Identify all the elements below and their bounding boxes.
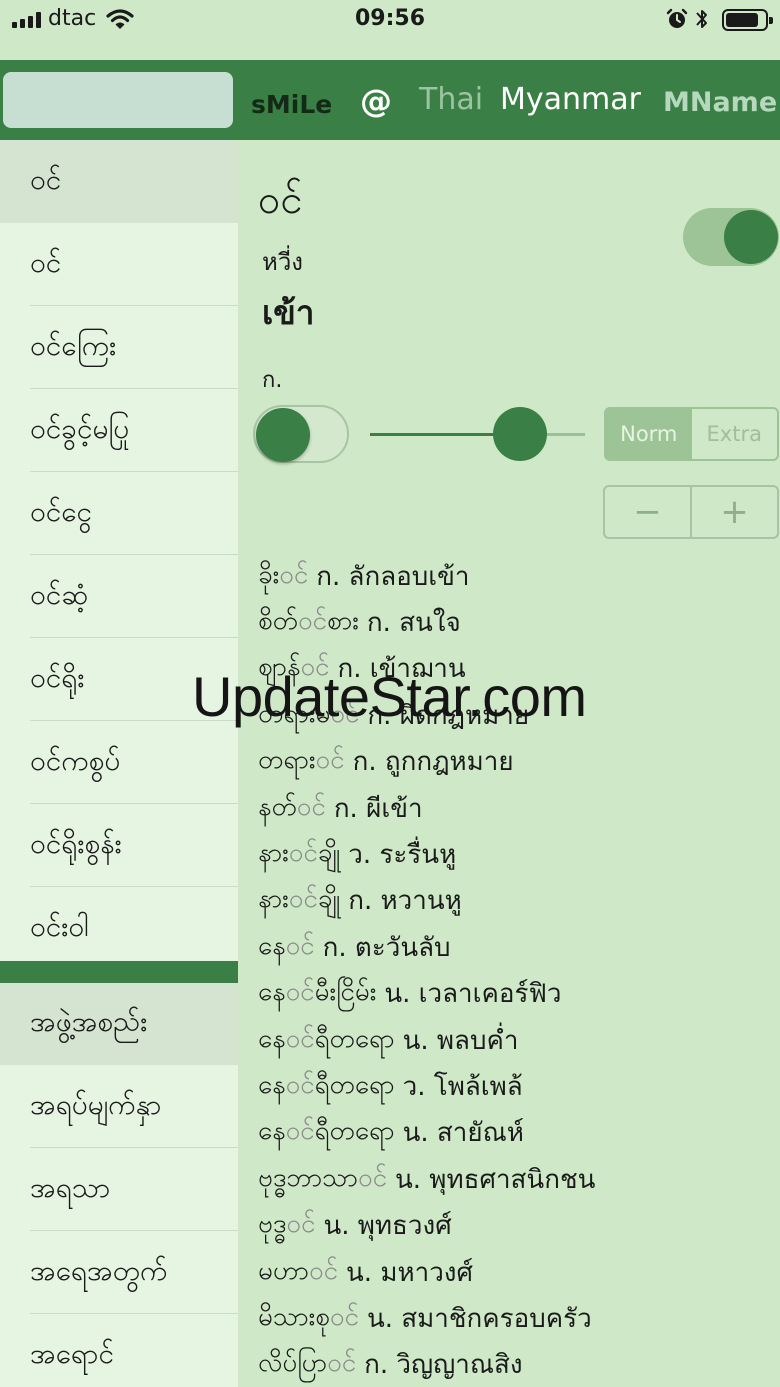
sidebar-word-list: ဝင် ဝင် ဝင်ကြေး ဝင်ခွင့်မပြု ဝင်ငွေ ဝင်ဆ… [0,140,238,1387]
list-item[interactable]: နတ် ဝင် ก. ผีเข้า [258,785,778,831]
increment-button[interactable]: + [690,487,777,537]
sidebar-item[interactable]: အရပ်မျက်နှာ [0,1065,238,1148]
sidebar-item[interactable]: ဝင်ခွင့်မပြု [0,389,238,472]
segment-extra[interactable]: Extra [692,409,778,459]
sidebar-item[interactable]: ဝင်ရိုးစွန်း [0,804,238,887]
sidebar-item[interactable]: ဝင် [0,140,238,223]
sidebar-item[interactable]: အဖွဲ့အစည်း [0,983,238,1065]
list-item[interactable]: လိပ်ပြာ ဝင် ก. วิญญาณสิง [258,1342,778,1387]
search-input[interactable] [3,72,233,128]
sidebar-item[interactable]: အရသာ [0,1148,238,1231]
sidebar-item[interactable]: အရောင် [0,1314,238,1387]
list-item[interactable]: နေ ဝင် ရီတရော น. พลบค่ำ [258,1017,778,1063]
nav-at[interactable]: @ [360,82,392,120]
status-bar: dtac 09:56 [0,0,780,42]
translation: เข้า [262,293,315,332]
headword: ဝင် [258,177,303,223]
sidebar-item[interactable]: ဝင်ကစွပ် [0,721,238,804]
nav-thai[interactable]: Thai [419,82,483,117]
sidebar-item[interactable]: ဝင်းဝါ [0,887,238,970]
list-item[interactable]: တရား ဝင် ก. ถูกกฎหมาย [258,739,778,785]
bluetooth-icon [696,10,707,28]
list-item[interactable]: မဟာ ဝင် น. มหาวงศ์ [258,1249,778,1295]
watermark-text: UpdateStar.com [192,665,587,728]
nav-myanmar[interactable]: Myanmar [500,82,641,117]
list-item[interactable]: ခိုး ဝင် ก. ลักลอบเข้า [258,553,778,599]
part-of-speech: ก. [262,368,283,393]
sidebar-item[interactable]: ဝင် [0,223,238,306]
size-stepper: − + [603,485,779,539]
list-item[interactable]: ဗုဒ္ဓဘာသာ ဝင် น. พุทธศาสนิกชน [258,1156,778,1202]
mode-segmented-control: Norm Extra [604,407,779,461]
list-item[interactable]: နေ ဝင် ก. ตะวันลับ [258,924,778,970]
sidebar-item[interactable]: ဝင်ဆံ့ [0,555,238,638]
sidebar-item[interactable]: ဝင်ငွေ [0,472,238,555]
nav-smile[interactable]: sMiLe [251,90,332,119]
list-item[interactable]: နား ဝင် ချို ก. หวานหู [258,878,778,924]
status-time: 09:56 [354,6,426,31]
header-bar: sMiLe @ Thai Myanmar MName [0,60,780,140]
battery-icon [722,9,773,31]
list-item[interactable]: နေ ဝင် ရီတရော น. สายัณห์ [258,1110,778,1156]
sidebar-item[interactable]: အရေအတွက် [0,1231,238,1314]
nav-mname[interactable]: MName [663,87,777,118]
slider-thumb[interactable] [493,407,547,461]
list-item[interactable]: နေ ဝင် မီးငြိမ်း น. เวลาเคอร์ฟิว [258,971,778,1017]
list-item[interactable]: နား ဝင် ချို ว. ระรื่นหู [258,831,778,877]
list-item[interactable]: စိတ် ဝင် စား ก. สนใจ [258,599,778,645]
display-toggle[interactable] [683,208,779,266]
decrement-button[interactable]: − [605,487,690,537]
slider-track-rest [545,433,585,436]
sidebar-section-divider [0,961,238,983]
thai-reading: หวี่ง [262,248,304,276]
segment-norm[interactable]: Norm [606,409,692,459]
option-toggle[interactable] [253,405,349,463]
list-item[interactable]: နေ ဝင် ရီတရော ว. โพล้เพล้ [258,1063,778,1109]
alarm-icon [666,8,688,28]
list-item[interactable]: ဗုဒ္ဓ ဝင် น. พุทธวงศ์ [258,1202,778,1248]
sidebar-item[interactable]: ဝင်ကြေး [0,306,238,389]
list-item[interactable]: မိသားစု ဝင် น. สมาชิกครอบครัว [258,1295,778,1341]
